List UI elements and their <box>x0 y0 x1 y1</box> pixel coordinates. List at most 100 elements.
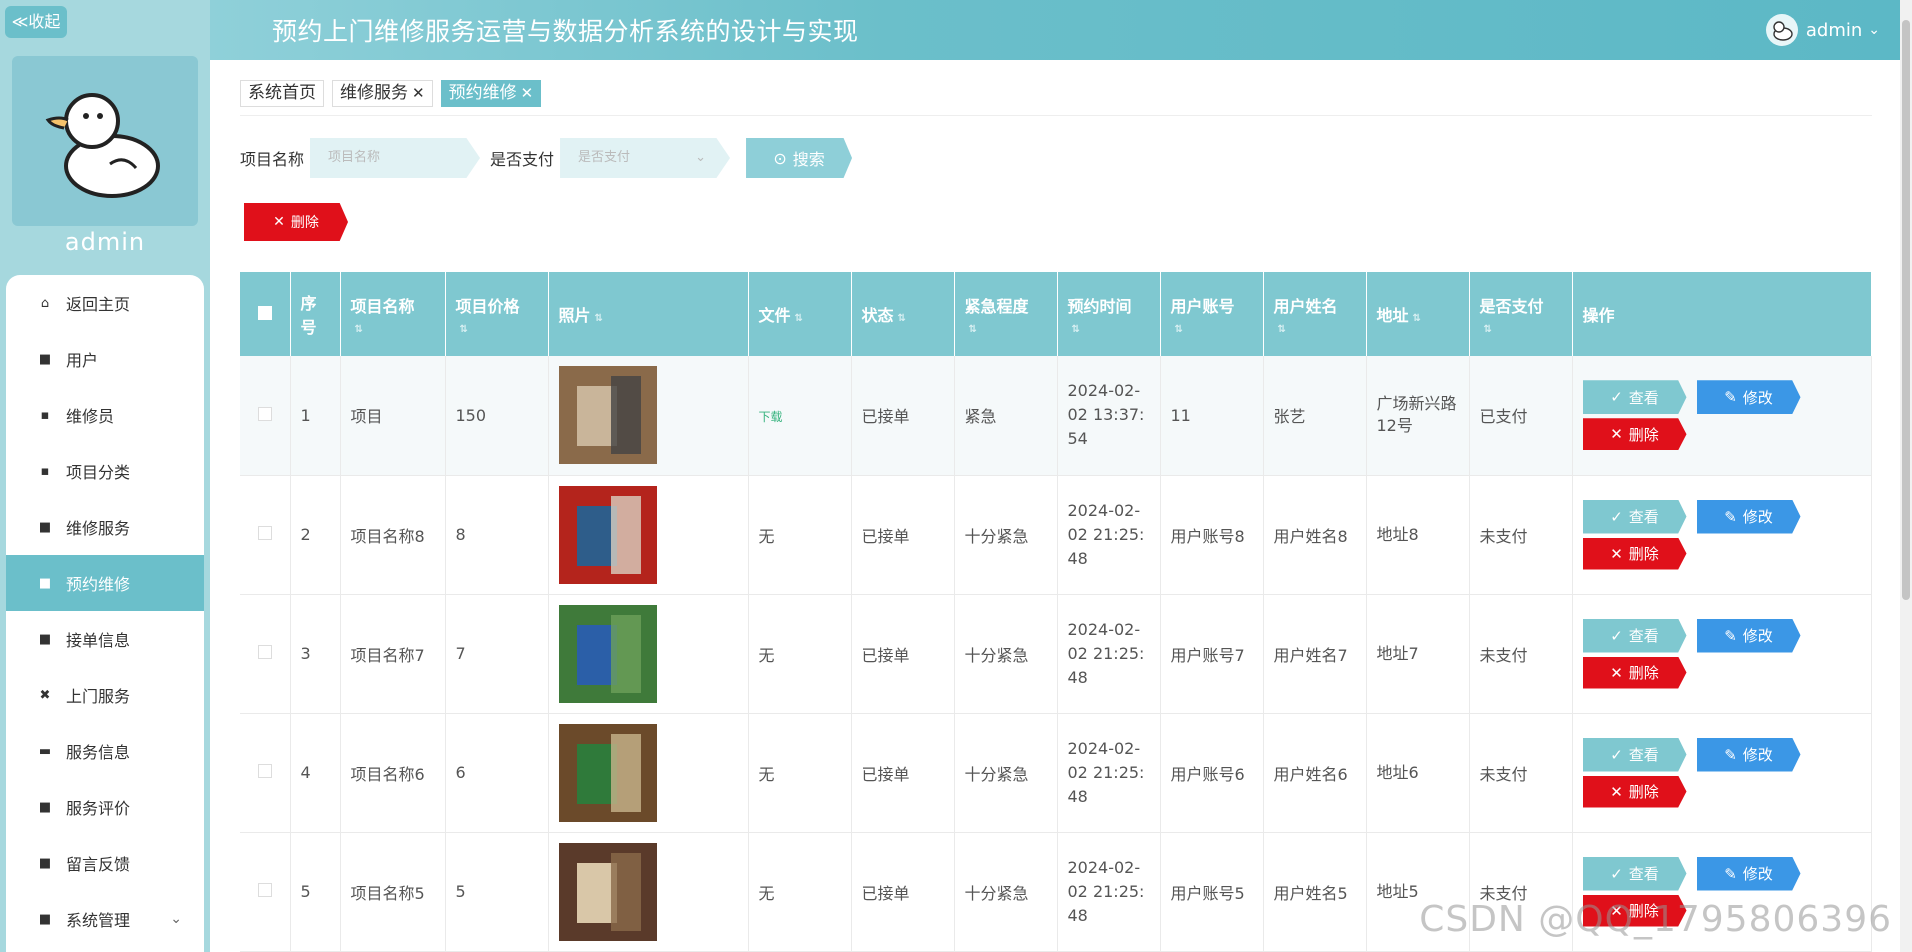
col-header[interactable]: 文件 ⇅ <box>748 272 852 356</box>
row-checkbox[interactable] <box>240 713 291 833</box>
name-label: 项目名称 <box>240 150 305 169</box>
cell-name: 项目名称5 <box>340 832 446 952</box>
sidebar-item-onsite[interactable]: ✖ 上门服务 <box>6 667 204 723</box>
sidebar-item-home[interactable]: ⌂ 返回主页 <box>6 275 204 331</box>
cell-photo <box>548 594 749 714</box>
cell-index: 1 <box>290 356 341 476</box>
edit-icon: ✎ <box>1724 507 1737 526</box>
sidebar-item-users[interactable]: ■ 用户 <box>6 331 204 387</box>
view-button[interactable]: ✓ 查看 <box>1582 856 1687 891</box>
cell-status: 已接单 <box>851 594 955 714</box>
check-icon: ✓ <box>1610 388 1623 407</box>
delete-button[interactable]: ✕ 删除 <box>1582 418 1687 451</box>
edit-button[interactable]: ✎ 修改 <box>1696 380 1801 415</box>
cell-index: 2 <box>290 475 341 595</box>
select-all-checkbox[interactable] <box>240 272 291 356</box>
scrollbar[interactable] <box>1900 0 1912 952</box>
edit-button[interactable]: ✎ 修改 <box>1696 618 1801 653</box>
sidebar-item-label: 用户 <box>66 351 99 370</box>
close-icon[interactable]: ✕ <box>521 81 534 106</box>
cell-status: 已接单 <box>851 713 955 833</box>
cell-time: 2024-02-02 21:25:48 <box>1057 475 1161 595</box>
batch-delete-button[interactable]: ✕ 删除 <box>244 203 348 241</box>
col-header[interactable]: 状态 ⇅ <box>851 272 955 356</box>
col-header[interactable]: 地址 ⇅ <box>1366 272 1470 356</box>
cell-index: 3 <box>290 594 341 714</box>
col-header[interactable]: 照片 ⇅ <box>548 272 749 356</box>
tab-home[interactable]: 系统首页 <box>240 80 324 107</box>
col-header[interactable]: 用户姓名 ⇅ <box>1263 272 1367 356</box>
collapse-button[interactable]: ≪收起 <box>5 6 67 38</box>
cell-price: 6 <box>445 713 549 833</box>
chevron-down-icon: ⌄ <box>1868 22 1880 38</box>
cell-account: 11 <box>1160 356 1264 476</box>
cell-file: 无 <box>748 832 852 952</box>
cell-file[interactable]: 下载 <box>748 356 852 476</box>
close-icon[interactable]: ✕ <box>412 81 425 106</box>
table-row: 4 项目名称6 6 无 已接单 十分紧急 2024-02-02 21:25:48… <box>240 713 1872 833</box>
sidebar-item-feedback[interactable]: ■ 留言反馈 <box>6 835 204 891</box>
search-button[interactable]: ⊙ 搜索 <box>746 138 853 178</box>
sidebar-menu: ⌂ 返回主页 ■ 用户 ▪ 维修员 ▪ 项目分类 ■ 维修服务 ■ 预约维修 ■ 接单信息 ✖… <box>6 275 204 952</box>
cell-urgency: 十分紧急 <box>954 713 1058 833</box>
col-header[interactable]: 序号 <box>290 272 341 356</box>
sidebar-item-label: 服务评价 <box>66 799 131 818</box>
edit-button[interactable]: ✎ 修改 <box>1696 856 1801 891</box>
sidebar-item-system[interactable]: ■ 系统管理 ⌄ <box>6 891 204 947</box>
col-header[interactable]: 用户账号 ⇅ <box>1160 272 1264 356</box>
grid-icon: ■ <box>38 575 52 591</box>
item-photo[interactable] <box>558 604 657 703</box>
sidebar-item-booking[interactable]: ■ 预约维修 <box>6 555 204 611</box>
sidebar-item-label: 项目分类 <box>66 463 131 482</box>
home-icon: ⌂ <box>40 295 50 311</box>
sidebar-item-repairmen[interactable]: ▪ 维修员 <box>6 387 204 443</box>
view-button[interactable]: ✓ 查看 <box>1582 737 1687 772</box>
sidebar-item-category[interactable]: ▪ 项目分类 <box>6 443 204 499</box>
cell-status: 已接单 <box>851 475 955 595</box>
edit-button[interactable]: ✎ 修改 <box>1696 499 1801 534</box>
cell-address: 地址8 <box>1366 475 1470 595</box>
user-menu[interactable]: admin ⌄ <box>1765 14 1880 46</box>
sidebar-item-service-info[interactable]: ▬ 服务信息 <box>6 723 204 779</box>
sidebar-item-reviews[interactable]: ■ 服务评价 <box>6 779 204 835</box>
edit-button[interactable]: ✎ 修改 <box>1696 737 1801 772</box>
item-photo[interactable] <box>558 485 657 584</box>
table-row: 3 项目名称7 7 无 已接单 十分紧急 2024-02-02 21:25:48… <box>240 594 1872 714</box>
row-checkbox[interactable] <box>240 356 291 476</box>
cell-username: 用户姓名7 <box>1263 594 1367 714</box>
sidebar-item-repair-service[interactable]: ■ 维修服务 <box>6 499 204 555</box>
col-header: 操作 <box>1572 272 1872 356</box>
cell-photo <box>548 356 749 476</box>
paid-select[interactable]: 是否支付 ⌄ <box>560 138 731 178</box>
delete-button[interactable]: ✕ 删除 <box>1582 656 1687 689</box>
col-header[interactable]: 是否支付 ⇅ <box>1469 272 1573 356</box>
delete-button[interactable]: ✕ 删除 <box>1582 775 1687 808</box>
cell-username: 张艺 <box>1263 356 1367 476</box>
chevron-down-icon: ⌄ <box>695 150 707 165</box>
view-button[interactable]: ✓ 查看 <box>1582 499 1687 534</box>
col-header[interactable]: 紧急程度 ⇅ <box>954 272 1058 356</box>
item-photo[interactable] <box>558 366 657 465</box>
grid-icon: ■ <box>38 351 52 367</box>
item-photo[interactable] <box>558 842 657 941</box>
item-photo[interactable] <box>558 723 657 822</box>
row-checkbox[interactable] <box>240 594 291 714</box>
grid-icon: ■ <box>38 631 52 647</box>
col-header[interactable]: 预约时间 ⇅ <box>1057 272 1161 356</box>
col-header[interactable]: 项目名称 ⇅ <box>340 272 446 356</box>
name-search-input[interactable]: 项目名称 <box>310 138 481 178</box>
delete-button[interactable]: ✕ 删除 <box>1582 537 1687 570</box>
row-checkbox[interactable] <box>240 475 291 595</box>
sidebar-item-label: 留言反馈 <box>66 855 131 874</box>
cell-name: 项目 <box>340 356 446 476</box>
col-header[interactable]: 项目价格 ⇅ <box>445 272 549 356</box>
sidebar-item-label: 系统管理 <box>66 911 131 930</box>
view-button[interactable]: ✓ 查看 <box>1582 618 1687 653</box>
view-button[interactable]: ✓ 查看 <box>1582 380 1687 415</box>
user-name: admin <box>1805 19 1863 41</box>
tab-repair-service[interactable]: 维修服务 ✕ <box>332 80 433 107</box>
cell-photo <box>548 713 749 833</box>
tab-booking[interactable]: 预约维修 ✕ <box>440 80 542 107</box>
row-checkbox[interactable] <box>240 832 291 952</box>
sidebar-item-orders[interactable]: ■ 接单信息 <box>6 611 204 667</box>
